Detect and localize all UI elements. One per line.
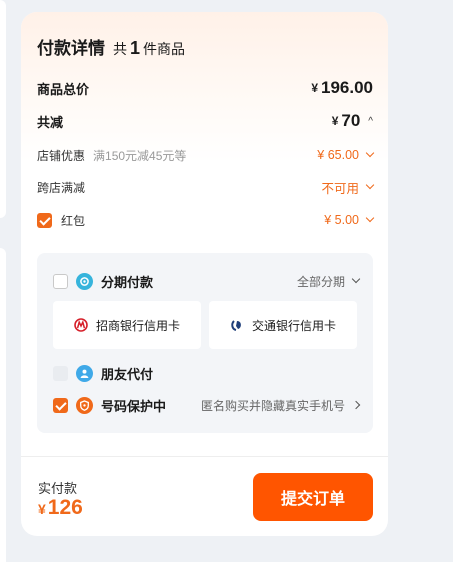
submit-order-button[interactable]: 提交订单 [253, 473, 373, 521]
number-protect-detail[interactable]: 匿名购买并隐藏真实手机号 [200, 397, 361, 414]
shop-discount: ¥ 65.00 [317, 148, 375, 162]
item-count: 共 1 件商品 [113, 38, 185, 59]
cross-store-discount-row[interactable]: 跨店满减 不可用 [37, 176, 375, 198]
bank-card-bocom[interactable]: 交通银行信用卡 [209, 301, 357, 349]
footer-divider [21, 456, 388, 457]
chevron-down-icon[interactable] [365, 180, 375, 190]
total-price-currency: ¥ [311, 81, 318, 95]
shield-icon [76, 396, 93, 414]
paid-amount-currency: ¥ [38, 501, 46, 517]
installment-row[interactable]: 分期付款 全部分期 [53, 270, 361, 292]
red-packet-value: ¥ 5.00 [324, 213, 359, 227]
chevron-right-icon [351, 400, 361, 410]
total-price-row: 商品总价 ¥ 196.00 [37, 77, 373, 99]
red-packet-row[interactable]: 红包 ¥ 5.00 [37, 209, 375, 231]
item-count-value: 1 [130, 38, 141, 58]
friend-pay-icon [76, 364, 93, 382]
installment-checkbox[interactable] [53, 273, 68, 289]
shop-discount-value: ¥ 65.00 [317, 148, 359, 162]
installment-option-label: 全部分期 [296, 274, 345, 289]
chevron-down-icon[interactable] [365, 148, 375, 158]
bocom-logo-icon [230, 318, 244, 332]
cross-store-label: 跨店满减 [37, 180, 86, 195]
number-protect-row[interactable]: 号码保护中 匿名购买并隐藏真实手机号 [53, 394, 361, 416]
cross-store: 不可用 [321, 178, 375, 197]
number-protect-checkbox[interactable] [53, 397, 68, 413]
paid-amount-value: 126 [47, 496, 83, 519]
cross-store-value: 不可用 [321, 181, 359, 196]
total-reduction-value: 70 [341, 111, 361, 130]
total-price-label: 商品总价 [37, 81, 90, 97]
friend-pay-checkbox [53, 365, 68, 381]
card-header: 付款详情 共 1 件商品 [37, 34, 185, 59]
side-panel-edge-bottom [0, 248, 6, 562]
number-protect-desc: 匿名购买并隐藏真实手机号 [200, 398, 345, 413]
payment-options-panel: 分期付款 全部分期 招商银行信用卡 交通银行信用卡 朋友代付 号码保护中 匿名购… [37, 253, 373, 433]
installment-icon [76, 272, 93, 290]
chevron-down-icon[interactable] [365, 213, 375, 223]
bank-card-label: 招商银行信用卡 [95, 318, 180, 333]
friend-pay-label: 朋友代付 [101, 366, 154, 382]
paid-amount-label: 实付款 [38, 481, 78, 496]
shop-discount-label: 店铺优惠 [37, 148, 86, 163]
paid-amount: ¥ 126 [38, 496, 83, 520]
installment-label: 分期付款 [101, 274, 154, 290]
number-protect-label: 号码保护中 [101, 398, 167, 414]
chevron-down-icon [351, 274, 361, 284]
shop-discount-row[interactable]: 店铺优惠 满150元减45元等 ¥ 65.00 [37, 144, 375, 166]
total-reduction-currency: ¥ [331, 114, 339, 128]
chevron-up-icon[interactable]: ^ [368, 116, 373, 127]
item-count-prefix: 共 [113, 41, 127, 57]
total-reduction-row[interactable]: 共减 ¥ 70 ^ [37, 110, 373, 132]
total-reduction: ¥ 70 ^ [332, 111, 373, 131]
red-packet-checkbox[interactable] [37, 212, 52, 228]
bank-card-cmb[interactable]: 招商银行信用卡 [53, 301, 201, 349]
total-reduction-label: 共减 [37, 114, 64, 130]
page-title: 付款详情 [37, 39, 105, 58]
installment-option[interactable]: 全部分期 [296, 273, 361, 290]
total-price: ¥ 196.00 [311, 78, 373, 98]
item-count-suffix: 件商品 [143, 41, 186, 57]
cmb-logo-icon [74, 318, 88, 332]
shop-discount-note: 满150元减45元等 [93, 148, 187, 163]
red-packet-label: 红包 [61, 213, 86, 228]
total-price-value: 196.00 [321, 78, 373, 97]
friend-pay-row: 朋友代付 [53, 362, 359, 384]
payment-details-card: 付款详情 共 1 件商品 商品总价 ¥ 196.00 共减 ¥ 70 ^ 店铺优惠 … [21, 12, 388, 536]
red-packet: ¥ 5.00 [324, 213, 375, 227]
side-panel-edge-top [0, 0, 6, 218]
bank-card-label: 交通银行信用卡 [251, 318, 336, 333]
